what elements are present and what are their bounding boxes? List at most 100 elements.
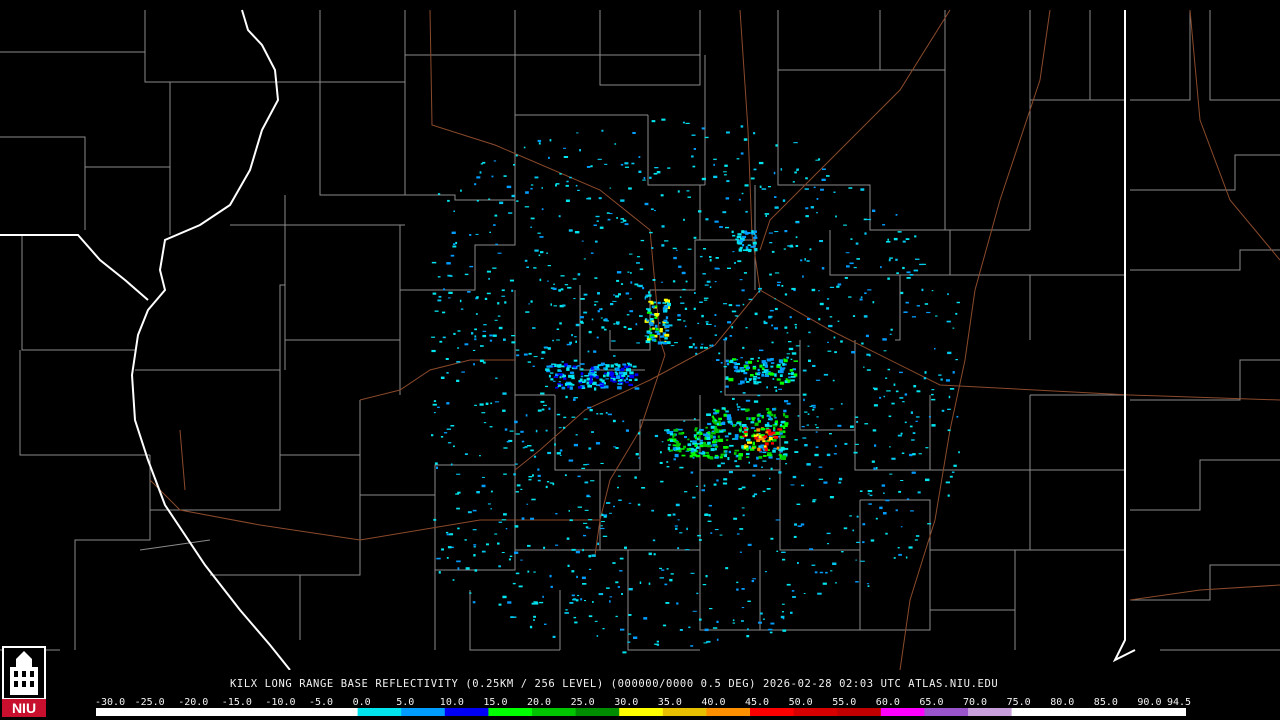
radar-echo (698, 539, 702, 541)
radar-echo (622, 420, 625, 423)
radar-echo (709, 259, 712, 262)
radar-echo (555, 386, 559, 389)
county-line (1130, 459, 1280, 511)
radar-echo (625, 429, 629, 432)
radar-echo (918, 453, 922, 455)
radar-echo (740, 125, 744, 128)
radar-echo (700, 347, 703, 349)
radar-echo (780, 615, 785, 619)
radar-echo (953, 464, 957, 467)
radar-echo (738, 198, 741, 201)
radar-echo (580, 368, 584, 371)
radar-echo (531, 498, 536, 501)
radar-echo (746, 456, 749, 458)
radar-echo (557, 373, 563, 376)
radar-echo (726, 180, 730, 183)
radar-echo (778, 435, 781, 438)
radar-echo (621, 593, 623, 595)
radar-echo (612, 419, 616, 423)
radar-echo (816, 212, 818, 214)
radar-echo (540, 392, 545, 395)
radar-echo (683, 320, 686, 322)
radar-echo (785, 378, 788, 381)
county-line (699, 550, 761, 631)
radar-echo (739, 367, 745, 369)
radar-echo (754, 312, 758, 316)
radar-echo (625, 377, 628, 380)
radar-echo (638, 432, 641, 435)
radar-echo (702, 454, 708, 457)
radar-echo (666, 466, 670, 468)
radar-echo (594, 277, 598, 279)
radar-echo (533, 267, 537, 269)
radar-echo (661, 569, 665, 571)
radar-echo (552, 287, 557, 290)
radar-echo (791, 372, 794, 376)
radar-echo (871, 460, 875, 463)
radar-echo (651, 247, 654, 249)
radar-echo (776, 458, 780, 460)
radar-echo (580, 363, 585, 365)
radar-echo (684, 549, 690, 551)
radar-echo (761, 371, 767, 374)
radar-echo (563, 156, 569, 158)
highway-line (359, 359, 515, 401)
radar-echo (690, 645, 694, 647)
radar-echo (436, 557, 441, 560)
radar-echo (609, 187, 612, 189)
radar-echo (629, 298, 632, 300)
radar-echo (917, 491, 921, 494)
radar-echo (870, 539, 875, 542)
radar-echo (690, 572, 695, 574)
county-line (609, 239, 756, 351)
radar-echo (527, 445, 532, 447)
scale-swatch (837, 708, 882, 716)
radar-echo (473, 363, 475, 366)
radar-echo (648, 300, 653, 303)
radar-echo (782, 629, 787, 632)
radar-echo (873, 467, 876, 470)
radar-echo (759, 612, 763, 615)
radar-echo (574, 621, 578, 624)
radar-echo (784, 293, 788, 296)
radar-echo (732, 234, 736, 237)
radar-echo (650, 324, 654, 326)
radar-echo (705, 575, 708, 578)
radar-echo (649, 176, 652, 179)
radar-echo (679, 532, 683, 534)
radar-echo (447, 199, 450, 202)
radar-echo (703, 299, 708, 301)
radar-echo (566, 367, 570, 371)
radar-echo (800, 523, 805, 526)
radar-echo (883, 492, 885, 494)
radar-echo (931, 393, 934, 396)
radar-echo (872, 209, 876, 212)
radar-echo (469, 592, 472, 594)
radar-echo (866, 583, 870, 585)
radar-echo (879, 506, 883, 510)
logo-text: NIU (12, 700, 36, 716)
radar-echo (675, 503, 680, 507)
radar-echo (701, 314, 704, 318)
radar-echo (501, 519, 507, 521)
radar-echo (573, 359, 578, 362)
product-caption: KILX LONG RANGE BASE REFLECTIVITY (0.25K… (230, 678, 999, 690)
radar-echo (662, 341, 667, 345)
radar-echo (632, 365, 637, 368)
radar-echo (549, 574, 552, 578)
scale-swatch (357, 708, 402, 716)
radar-echo (682, 288, 686, 291)
radar-echo (540, 357, 544, 360)
radar-echo (457, 330, 461, 332)
radar-echo (615, 615, 618, 618)
radar-echo (446, 262, 451, 265)
radar-echo (654, 334, 658, 338)
radar-echo (956, 301, 960, 304)
radar-echo (638, 284, 643, 288)
highway-line (1129, 584, 1280, 601)
radar-echo (493, 160, 497, 162)
radar-echo (863, 315, 868, 318)
radar-echo (631, 162, 635, 165)
radar-echo (507, 601, 512, 604)
radar-echo (553, 376, 559, 378)
